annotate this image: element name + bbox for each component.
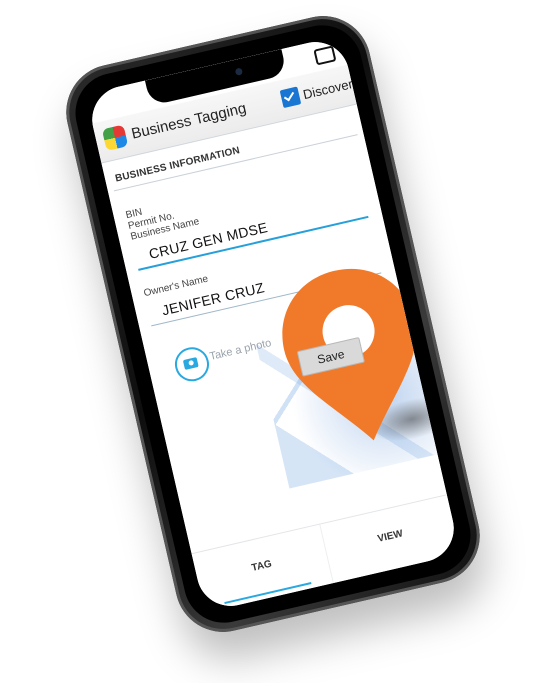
phone-bezel: Business Tagging Discover BUSINESS INFOR… <box>67 17 479 631</box>
discover-checkbox[interactable] <box>279 86 302 109</box>
discover-toggle[interactable]: Discover <box>279 74 355 109</box>
phone-screen: Business Tagging Discover BUSINESS INFOR… <box>85 35 461 613</box>
business-form: BUSINESS INFORMATION BIN Permit No. Busi… <box>101 103 461 555</box>
phone-frame: Business Tagging Discover BUSINESS INFOR… <box>56 6 490 642</box>
app-logo-icon <box>101 124 129 151</box>
camera-button-icon[interactable] <box>171 343 213 385</box>
discover-label: Discover <box>301 75 355 102</box>
phone-mockup-scene: Business Tagging Discover BUSINESS INFOR… <box>0 0 539 683</box>
camera-icon <box>234 67 244 76</box>
battery-icon <box>313 45 337 66</box>
